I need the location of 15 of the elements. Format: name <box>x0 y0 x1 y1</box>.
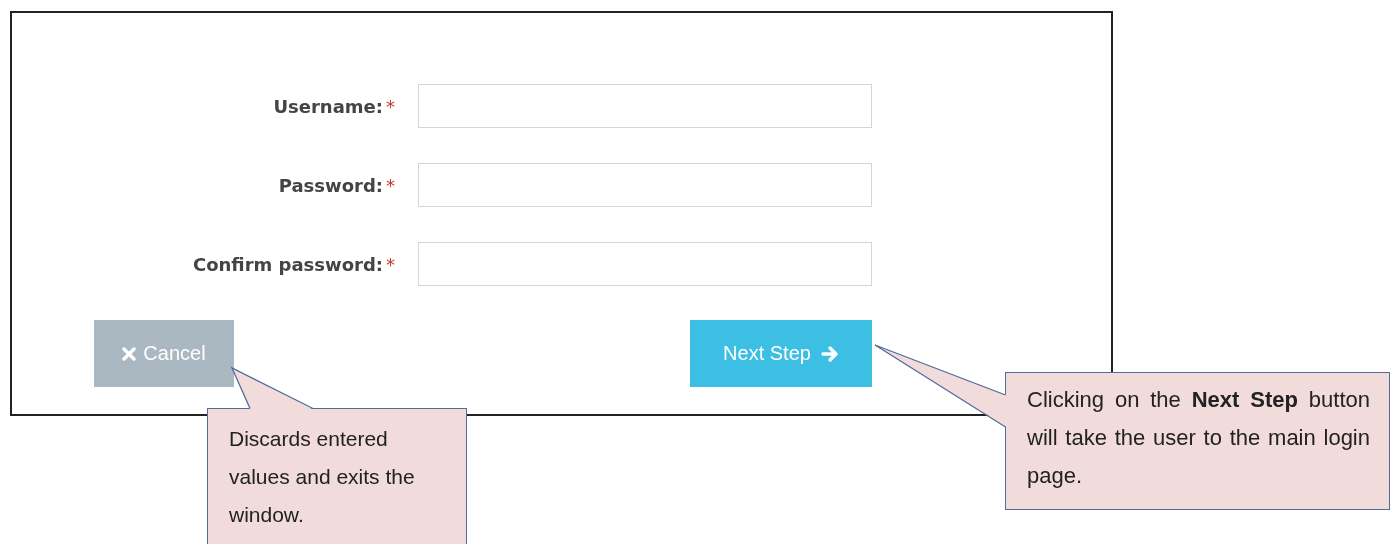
input-field[interactable] <box>418 242 872 286</box>
arrow-right-icon <box>820 344 839 363</box>
required-mark: * <box>386 174 395 196</box>
field-label: Confirm password: <box>192 253 383 275</box>
close-icon <box>122 346 137 361</box>
field-label: Username: <box>273 95 383 117</box>
input-field[interactable] <box>418 163 872 207</box>
callout-text: Discards entered values and exits the window. <box>229 426 416 528</box>
required-mark: * <box>386 253 395 275</box>
required-mark: * <box>386 95 395 117</box>
field-label: Password: <box>278 174 383 196</box>
callout-text: Clicking on the Next Step button will take the user to the main login page. <box>1027 386 1370 490</box>
input-field[interactable] <box>418 84 872 128</box>
next-step-button[interactable]: Next Step <box>690 320 872 387</box>
cancel-button[interactable]: Cancel <box>94 320 234 387</box>
